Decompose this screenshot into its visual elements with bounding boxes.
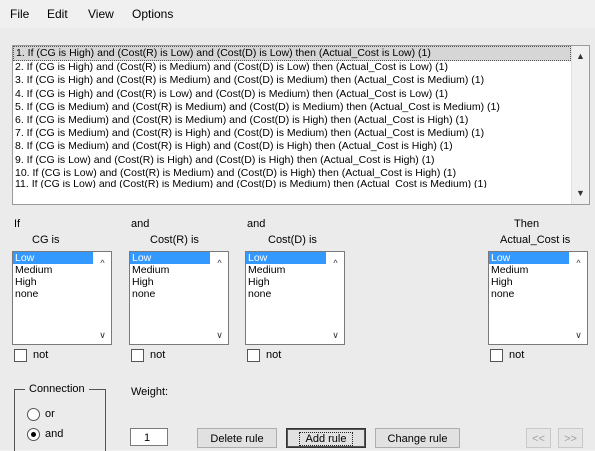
rule-row[interactable]: 1. If (CG is High) and (Cost(R) is Low) … bbox=[13, 46, 571, 62]
cg-listbox[interactable]: Low Medium High none ^ ∨ bbox=[12, 251, 112, 345]
costd-not-checkbox[interactable] bbox=[247, 349, 260, 362]
next-button[interactable]: >> bbox=[558, 428, 583, 448]
rule-row[interactable]: 6. If (CG is Medium) and (Cost(R) is Med… bbox=[13, 114, 589, 127]
rule-row[interactable]: 3. If (CG is High) and (Cost(R) is Mediu… bbox=[13, 74, 589, 87]
menu-view[interactable]: View bbox=[88, 7, 114, 21]
costr-listbox-scrollbar[interactable]: ^ ∨ bbox=[211, 252, 228, 344]
chevron-down-icon[interactable]: ∨ bbox=[327, 328, 344, 342]
cg-label: CG is bbox=[32, 234, 60, 246]
scroll-up-icon[interactable]: ^ bbox=[211, 256, 228, 270]
and-label: and bbox=[131, 218, 150, 230]
chevron-down-icon[interactable]: ∨ bbox=[211, 328, 228, 342]
and-label: and bbox=[247, 218, 266, 230]
rule-row[interactable]: 11. If (CG is Low) and (Cost(R) is Mediu… bbox=[13, 180, 589, 188]
weight-label: Weight: bbox=[131, 386, 169, 398]
menu-edit[interactable]: Edit bbox=[47, 7, 68, 21]
scroll-up-icon[interactable]: ^ bbox=[327, 256, 344, 270]
radio-and-label: and bbox=[45, 428, 64, 440]
rule-row[interactable]: 4. If (CG is High) and (Cost(R) is Low) … bbox=[13, 88, 589, 101]
costr-listbox[interactable]: Low Medium High none ^ ∨ bbox=[129, 251, 229, 345]
option-low[interactable]: Low bbox=[130, 252, 210, 264]
rule-row[interactable]: 5. If (CG is Medium) and (Cost(R) is Med… bbox=[13, 101, 589, 114]
rule-row[interactable]: 10. If (CG is Low) and (Cost(R) is Mediu… bbox=[13, 167, 589, 180]
menu-options[interactable]: Options bbox=[132, 7, 173, 21]
actual-cost-listbox-scrollbar[interactable]: ^ ∨ bbox=[570, 252, 587, 344]
rule-list[interactable]: 1. If (CG is High) and (Cost(R) is Low) … bbox=[12, 45, 590, 205]
rule-row[interactable]: 9. If (CG is Low) and (Cost(R) is High) … bbox=[13, 154, 589, 167]
actual-cost-listbox[interactable]: Low Medium High none ^ ∨ bbox=[488, 251, 588, 345]
menu-bar: File Edit View Options bbox=[0, 0, 595, 26]
costr-label: Cost(R) is bbox=[150, 234, 199, 246]
rule-row[interactable]: 2. If (CG is High) and (Cost(R) is Mediu… bbox=[13, 61, 589, 74]
option-low[interactable]: Low bbox=[13, 252, 93, 264]
add-rule-button[interactable]: Add rule bbox=[286, 428, 366, 448]
scroll-up-icon[interactable]: ▲ bbox=[572, 48, 589, 65]
costd-label: Cost(D) is bbox=[268, 234, 317, 246]
connection-legend: Connection bbox=[25, 383, 89, 395]
costd-listbox-scrollbar[interactable]: ^ ∨ bbox=[327, 252, 344, 344]
radio-and[interactable] bbox=[27, 428, 40, 441]
rule-row[interactable]: 8. If (CG is Medium) and (Cost(R) is Hig… bbox=[13, 140, 589, 153]
actual-cost-not-checkbox[interactable] bbox=[490, 349, 503, 362]
rule-list-scrollbar[interactable]: ▲ ▼ bbox=[571, 46, 589, 204]
option-low[interactable]: Low bbox=[489, 252, 569, 264]
chevron-down-icon[interactable]: ∨ bbox=[94, 328, 111, 342]
cg-not-checkbox[interactable] bbox=[14, 349, 27, 362]
if-label: If bbox=[14, 218, 21, 230]
previous-button[interactable]: << bbox=[526, 428, 551, 448]
chevron-down-icon[interactable]: ∨ bbox=[570, 328, 587, 342]
costd-listbox[interactable]: Low Medium High none ^ ∨ bbox=[245, 251, 345, 345]
scroll-up-icon[interactable]: ^ bbox=[94, 256, 111, 270]
option-low[interactable]: Low bbox=[246, 252, 326, 264]
connection-group: Connection or and bbox=[14, 383, 106, 451]
delete-rule-button[interactable]: Delete rule bbox=[197, 428, 277, 448]
menu-file[interactable]: File bbox=[10, 7, 29, 21]
actual-cost-label: Actual_Cost is bbox=[500, 234, 571, 246]
radio-or-label: or bbox=[45, 408, 55, 420]
radio-selected-dot bbox=[31, 432, 36, 437]
cg-listbox-scrollbar[interactable]: ^ ∨ bbox=[94, 252, 111, 344]
rule-row[interactable]: 7. If (CG is Medium) and (Cost(R) is Hig… bbox=[13, 127, 589, 140]
radio-or[interactable] bbox=[27, 408, 40, 421]
then-label: Then bbox=[514, 218, 540, 230]
scroll-up-icon[interactable]: ^ bbox=[570, 256, 587, 270]
change-rule-button[interactable]: Change rule bbox=[375, 428, 460, 448]
scroll-down-icon[interactable]: ▼ bbox=[572, 185, 589, 202]
weight-input[interactable]: 1 bbox=[130, 428, 168, 446]
costr-not-checkbox[interactable] bbox=[131, 349, 144, 362]
